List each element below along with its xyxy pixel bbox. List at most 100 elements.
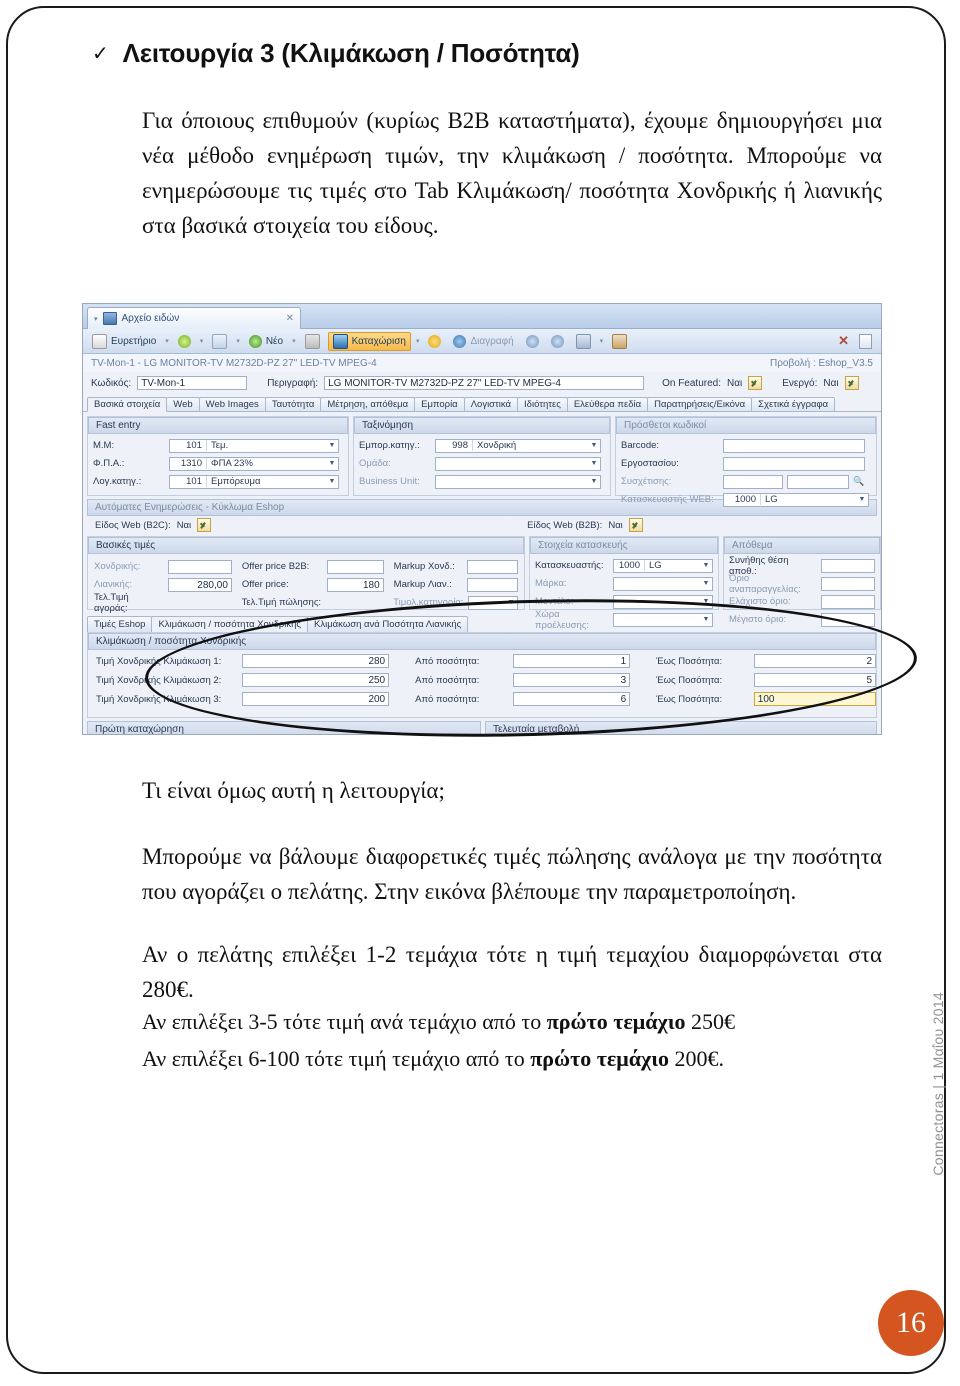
- group-combo[interactable]: ▼: [435, 456, 601, 471]
- chevron-down-icon: ▼: [590, 460, 598, 467]
- page-title-text: Λειτουργία 3 (Κλιμάκωση / Ποσότητα): [122, 38, 580, 68]
- invoice-category-combo[interactable]: ▼: [467, 595, 518, 610]
- manufacturer-combo[interactable]: 1000 LG ▼: [613, 558, 713, 573]
- subtab-retail-scale[interactable]: Κλιμάκωση ανά Ποσότητα Λιανικής: [307, 616, 469, 632]
- min-limit-input[interactable]: [821, 594, 875, 609]
- vat-combo[interactable]: 1310 ΦΠΑ 23% ▼: [169, 456, 339, 471]
- barcode-input[interactable]: [723, 438, 865, 453]
- scale-from-input-2[interactable]: 3: [512, 673, 631, 687]
- web-manufacturer-combo[interactable]: 1000 LG ▼: [723, 492, 869, 507]
- chevron-down-icon: ▼: [590, 442, 598, 449]
- code-row: Κωδικός: TV-Mon-1 Περιγραφή: LG MONITOR-…: [83, 372, 881, 394]
- tab-measurement-stock[interactable]: Μέτρηση, απόθεμα: [320, 397, 416, 411]
- web-b2c-checkbox[interactable]: [197, 518, 212, 532]
- active-checkbox[interactable]: [844, 376, 859, 390]
- rule-2-post: 250€: [685, 1009, 736, 1034]
- web-manufacturer-code: 1000: [724, 494, 761, 505]
- toolbar-index-button[interactable]: Ευρετήριο: [88, 333, 160, 350]
- reorder-limit-input[interactable]: [821, 576, 875, 591]
- active-value: Ναι: [823, 377, 839, 389]
- record-header: TV-Mon-1 - LG MONITOR-TV M2732D-PZ 27" L…: [83, 354, 881, 372]
- tab-notes-image[interactable]: Παρατηρήσεις/Εικόνα: [647, 397, 753, 411]
- markup-retail-input[interactable]: [467, 577, 518, 592]
- model-combo[interactable]: ▼: [613, 594, 713, 609]
- tab-commerce[interactable]: Εμπορία: [414, 397, 465, 411]
- toolbar-export-button[interactable]: [608, 333, 631, 350]
- barcode-label: Barcode:: [621, 440, 660, 451]
- tab-web[interactable]: Web: [166, 397, 200, 411]
- toolbar-delete-button[interactable]: Διαγραφή: [449, 334, 517, 349]
- app-window-tab[interactable]: ▾ Αρχείο ειδών ✕: [87, 307, 301, 329]
- factory-code-input[interactable]: [723, 456, 865, 471]
- country-of-origin-combo[interactable]: ▼: [613, 612, 713, 627]
- scale-to-input-2[interactable]: 5: [753, 673, 876, 687]
- toolbar-save-button[interactable]: Καταχώριση: [327, 331, 411, 351]
- tab-free-fields[interactable]: Ελεύθερα πεδία: [566, 397, 649, 411]
- accounting-category-text: Εμπόρευμα: [211, 476, 261, 487]
- manufacturer-code: 1000: [614, 560, 645, 571]
- scale-to-input-3[interactable]: 100: [753, 692, 876, 706]
- cancel-icon[interactable]: ✕: [838, 333, 849, 349]
- chevron-down-icon: ▼: [328, 442, 336, 449]
- scale-to-input-1[interactable]: 2: [753, 654, 876, 668]
- scale-price-input-3[interactable]: 200: [242, 692, 390, 706]
- subtab-eshop-prices[interactable]: Τιμές Eshop: [87, 616, 153, 632]
- toolbar-search-button[interactable]: [208, 333, 231, 350]
- delete-icon: [453, 334, 467, 348]
- max-limit-label: Μέγιστο όριο:: [729, 614, 787, 625]
- scale-price-input-2[interactable]: 250: [242, 673, 390, 687]
- close-icon[interactable]: ✕: [256, 313, 294, 324]
- toolbar-copy-button[interactable]: [301, 333, 324, 350]
- scale-from-input-1[interactable]: 1: [512, 654, 631, 668]
- copy-icon: [304, 333, 320, 349]
- toolbar-star-button[interactable]: [174, 334, 195, 349]
- document-icon[interactable]: [859, 333, 872, 349]
- manufacture-row: Χώρα προέλευσης: ▼: [535, 609, 713, 631]
- scale-price-input-1[interactable]: 280: [242, 654, 390, 668]
- description-input[interactable]: LG MONITOR-TV M2732D-PZ 27" LED-TV MPEG-…: [324, 376, 645, 390]
- extra-codes-panel: Πρόσθετοι κωδικοί Barcode: Εργοστασίου: …: [615, 416, 877, 507]
- toolbar-next-button[interactable]: [547, 334, 568, 349]
- tab-web-images[interactable]: Web Images: [198, 397, 266, 411]
- offer-price-input[interactable]: 180: [327, 577, 384, 592]
- toolbar-prev-button[interactable]: [522, 334, 543, 349]
- wholesale-price-input[interactable]: [167, 559, 232, 574]
- classification-row: Εμπορ.κατηγ.: 998 Χονδρική ▼: [359, 438, 605, 453]
- search-icon[interactable]: 🔍: [853, 476, 864, 487]
- rule-1-paragraph: Αν ο πελάτης επιλέξει 1-2 τεμάχια τότε η…: [142, 942, 882, 1002]
- markup-wholesale-input[interactable]: [467, 559, 518, 574]
- brand-combo[interactable]: ▼: [613, 576, 713, 591]
- rule-3-bold: πρώτο τεμάχιο: [530, 1046, 670, 1071]
- tab-basic-data[interactable]: Βασικά στοιχεία: [87, 397, 168, 412]
- default-location-input[interactable]: [821, 558, 875, 573]
- relation-text-input[interactable]: [787, 474, 849, 489]
- toolbar-new-button[interactable]: Νέο: [245, 334, 287, 349]
- offer-price-b2b-input[interactable]: [327, 559, 384, 574]
- web-b2b-checkbox[interactable]: [628, 518, 643, 532]
- toolbar-print-button[interactable]: [572, 333, 595, 350]
- relation-input[interactable]: [723, 474, 783, 489]
- toolbar-smiley-button[interactable]: [424, 334, 445, 349]
- accounting-category-combo[interactable]: 101 Εμπόρευμα ▼: [169, 474, 339, 489]
- subtab-wholesale-scale[interactable]: Κλιμάκωση / ποσότητα Χονδρικής: [151, 616, 309, 632]
- commercial-category-combo[interactable]: 998 Χονδρική ▼: [435, 438, 601, 453]
- scale-price-label-2: Τιμή Χονδρικής Κλιμάκωση 2:: [96, 674, 222, 686]
- toolbar-index-label: Ευρετήριο: [111, 335, 157, 347]
- toolbar-save-label: Καταχώριση: [351, 335, 406, 347]
- tab-accounting[interactable]: Λογιστικά: [463, 397, 519, 411]
- code-input[interactable]: TV-Mon-1: [137, 376, 248, 390]
- chevron-down-icon: ▾: [94, 315, 98, 323]
- tab-related-documents[interactable]: Σχετικά έγγραφα: [751, 397, 836, 411]
- on-featured-checkbox[interactable]: [748, 376, 763, 390]
- extra-codes-title: Πρόσθετοι κωδικοί: [616, 417, 876, 434]
- scale-from-input-3[interactable]: 6: [512, 692, 631, 706]
- toolbar-separator: ▾: [292, 338, 296, 345]
- retail-price-input[interactable]: 280,00: [167, 577, 232, 592]
- tab-properties[interactable]: Ιδιότητες: [517, 397, 568, 411]
- business-unit-label: Business Unit:: [359, 476, 420, 487]
- max-limit-input[interactable]: [821, 612, 875, 627]
- tab-identity[interactable]: Ταυτότητα: [264, 397, 322, 411]
- unit-combo[interactable]: 101 Τεμ. ▼: [169, 438, 339, 453]
- index-icon: [92, 333, 107, 349]
- business-unit-combo[interactable]: ▼: [435, 474, 601, 489]
